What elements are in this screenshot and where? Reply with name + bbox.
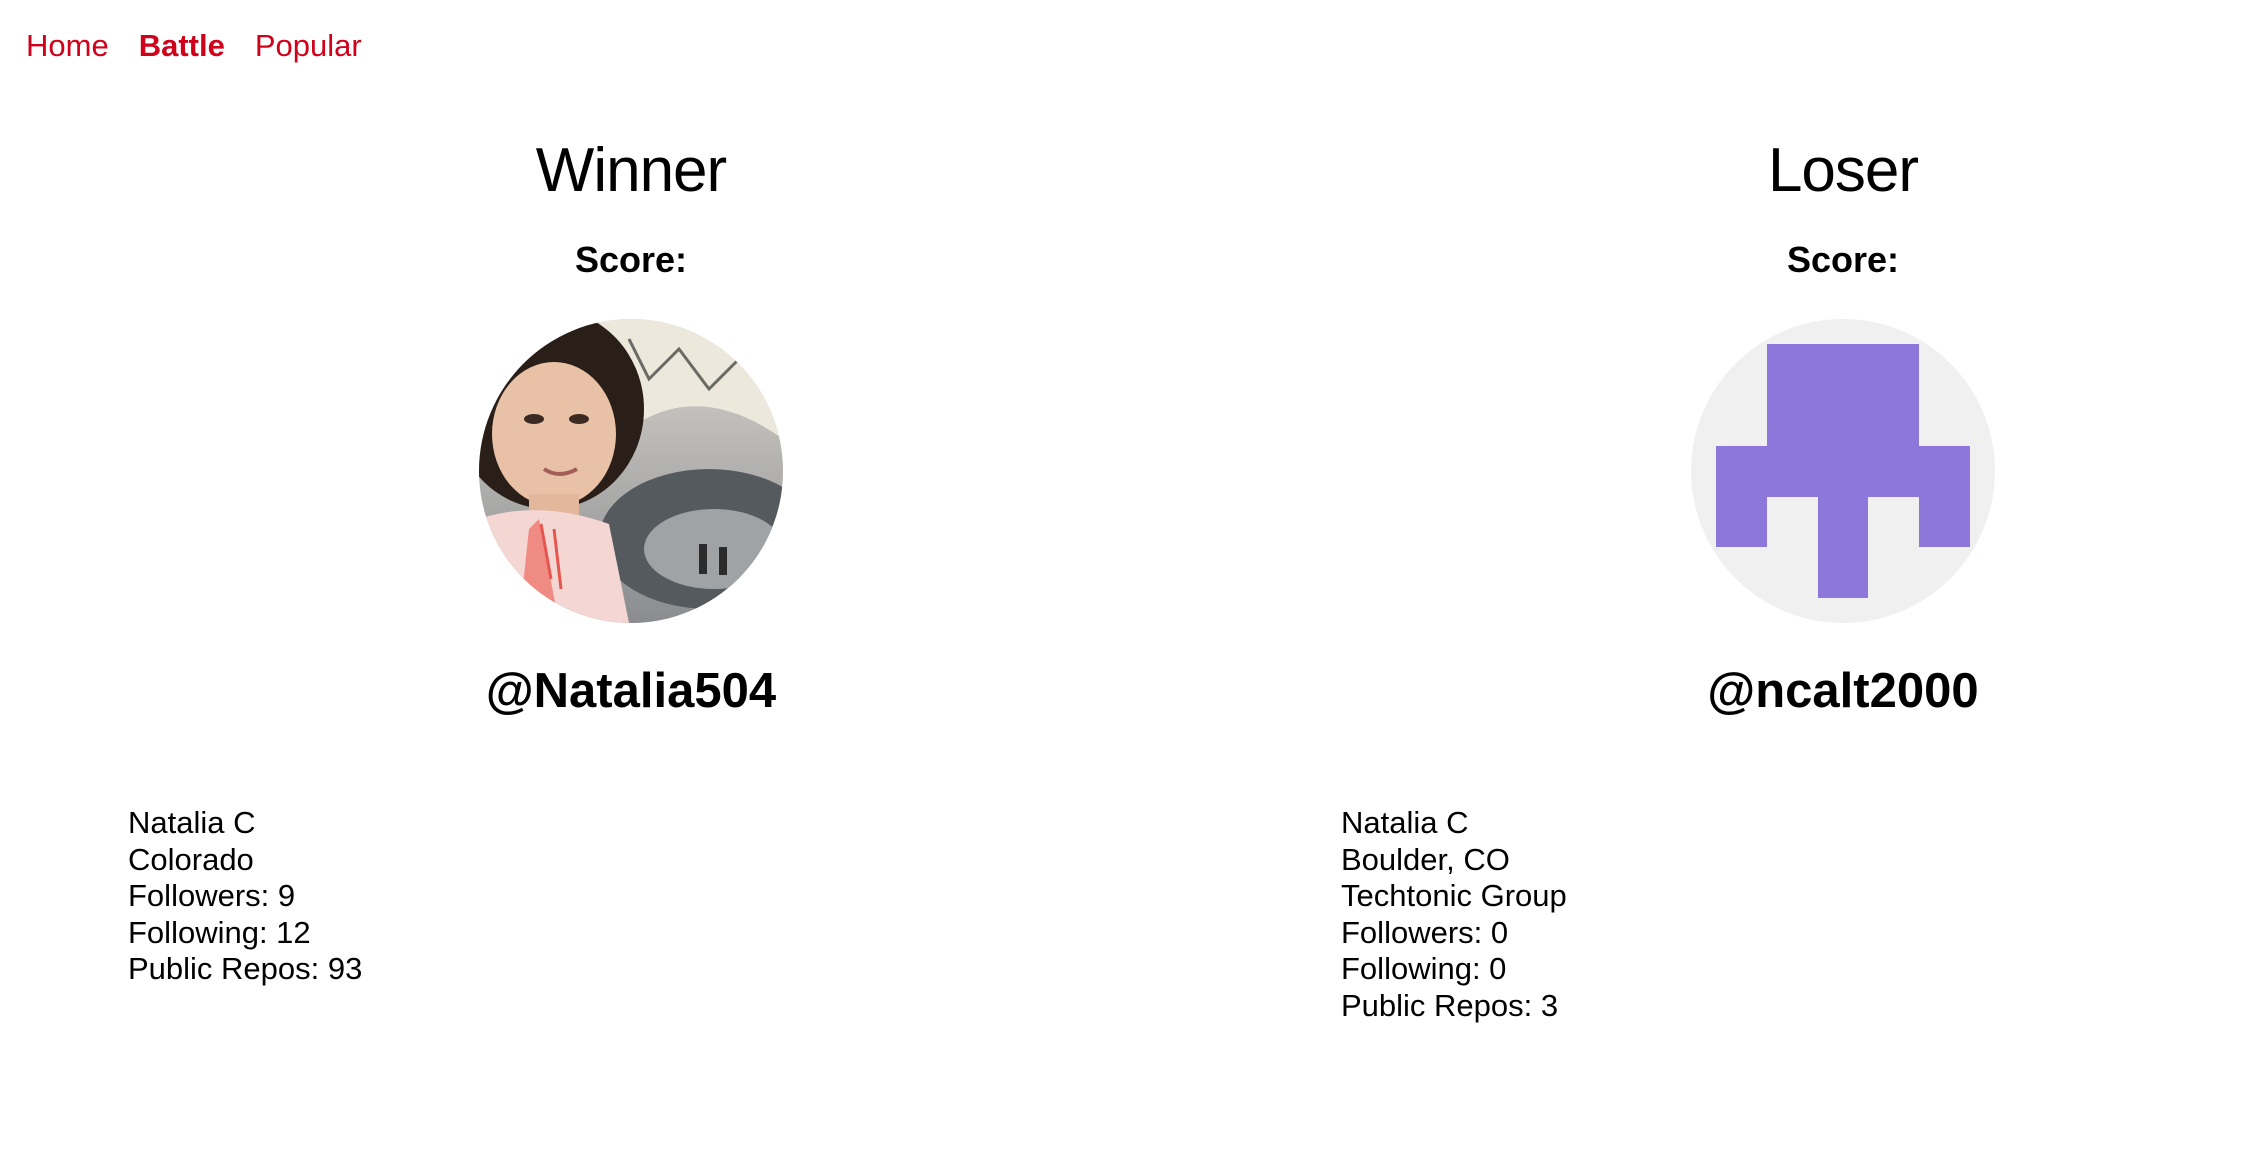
winner-info-list: Natalia C Colorado Followers: 9 Followin… [128, 805, 362, 988]
loser-info-name: Natalia C [1341, 805, 1469, 840]
winner-heading: Winner [535, 136, 727, 205]
loser-info-repos: Public Repos: 3 [1341, 987, 1559, 1023]
loser-info-list: Natalia C Boulder, CO Techtonic Group Fo… [1341, 805, 1567, 1024]
loser-info-followers: Followers: 0 [1341, 914, 1509, 950]
loser-info-company: Techtonic Group [1341, 878, 1567, 913]
loser-heading: Loser [1767, 136, 1919, 205]
top-nav: Home Battle Popular [26, 28, 362, 64]
nav-home-link[interactable]: Home [26, 28, 109, 64]
winner-info-followers: Followers: 9 [128, 878, 296, 913]
winner-info-location: Colorado [128, 841, 254, 877]
winner-avatar [479, 319, 783, 623]
loser-handle[interactable]: @ncalt2000 [1463, 667, 2223, 716]
winner-info-repos: Public Repos: 93 [128, 951, 363, 986]
loser-panel: Loser Score: @ncalt2000 [1463, 140, 2223, 716]
loser-avatar [1691, 319, 1995, 623]
winner-info-name: Natalia C [128, 805, 256, 840]
winner-handle[interactable]: @Natalia504 [251, 667, 1011, 716]
loser-info-location: Boulder, CO [1341, 841, 1510, 877]
loser-score-label: Score: [1786, 239, 1900, 280]
nav-popular-link[interactable]: Popular [255, 28, 362, 64]
loser-info-following: Following: 0 [1341, 951, 1507, 986]
winner-panel: Winner Score: @Natalia504 [251, 140, 1011, 716]
winner-score-label: Score: [574, 239, 688, 280]
winner-info-following: Following: 12 [128, 914, 311, 950]
nav-battle-link[interactable]: Battle [139, 28, 225, 64]
